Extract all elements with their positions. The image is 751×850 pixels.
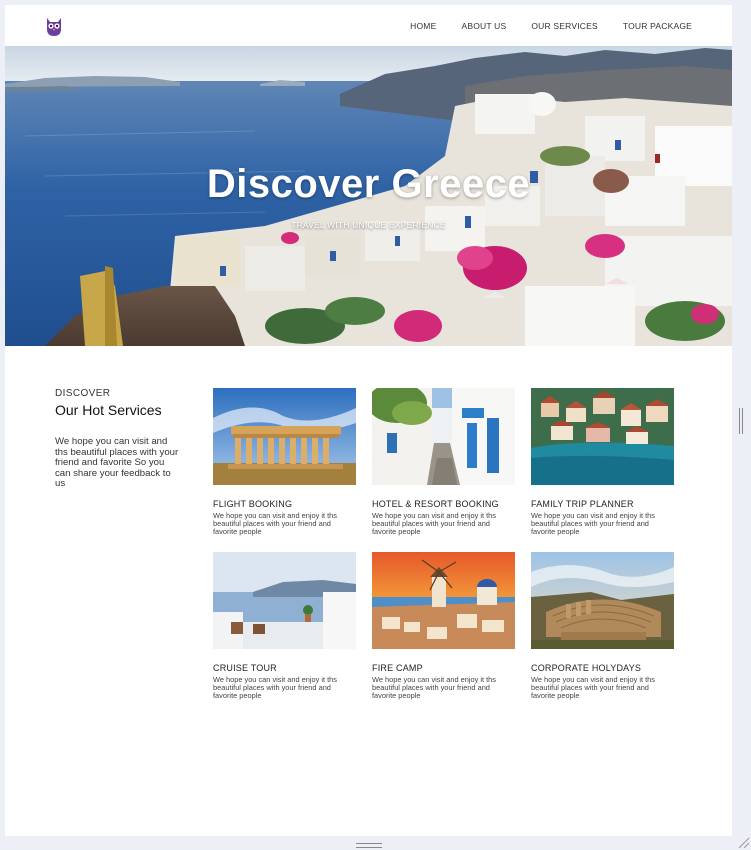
card-title: HOTEL & RESORT BOOKING [372, 499, 499, 509]
services-intro: DISCOVER Our Hot Services We hope you ca… [55, 388, 180, 490]
parthenon-photo [213, 388, 356, 485]
section-heading: Our Hot Services [55, 402, 162, 418]
windmills-sunset-photo [372, 552, 515, 649]
hero-title: Discover Greece [206, 162, 531, 206]
service-card-hotel-resort-booking[interactable]: HOTEL & RESORT BOOKING We hope you can v… [372, 388, 515, 537]
card-text: We hope you can visit and enjoy it ths b… [372, 675, 496, 701]
card-title: FIRE CAMP [372, 663, 423, 673]
card-title: FLIGHT BOOKING [213, 499, 293, 509]
card-text: We hope you can visit and enjoy it ths b… [531, 511, 655, 537]
service-card-flight-booking[interactable]: FLIGHT BOOKING We hope you can visit and… [213, 388, 356, 537]
service-card-fire-camp[interactable]: FIRE CAMP We hope you can visit and enjo… [372, 552, 515, 701]
resize-grip-icon[interactable] [736, 835, 750, 849]
white-alley-photo [372, 388, 515, 485]
nav-about-us[interactable]: ABOUT US [461, 21, 506, 31]
scrollbar-handle[interactable] [739, 408, 743, 434]
card-title: CRUISE TOUR [213, 663, 277, 673]
ancient-theater-photo [531, 552, 674, 649]
card-text: We hope you can visit and enjoy it ths b… [213, 675, 337, 701]
service-card-cruise-tour[interactable]: CRUISE TOUR We hope you can visit and en… [213, 552, 356, 701]
card-title: CORPORATE HOLYDAYS [531, 663, 642, 673]
bottom-drag-handle[interactable] [356, 843, 382, 848]
nav-home[interactable]: HOME [410, 21, 436, 31]
service-card-family-trip-planner[interactable]: FAMILY TRIP PLANNER We hope you can visi… [531, 388, 674, 537]
card-text: We hope you can visit and enjoy it ths b… [213, 511, 337, 537]
page: HOME ABOUT US OUR SERVICES TOUR PACKAGE [5, 5, 732, 836]
card-text: We hope you can visit and enjoy it ths b… [531, 675, 655, 701]
service-card-corporate-holydays[interactable]: CORPORATE HOLYDAYS We hope you can visit… [531, 552, 674, 701]
section-kicker: DISCOVER [55, 388, 111, 399]
coastal-village-photo [531, 388, 674, 485]
owl-logo-icon[interactable] [45, 15, 63, 37]
card-title: FAMILY TRIP PLANNER [531, 499, 634, 509]
nav-tour-package[interactable]: TOUR PACKAGE [623, 21, 692, 31]
site-header: HOME ABOUT US OUR SERVICES TOUR PACKAGE [5, 5, 732, 46]
hero-banner: Discover Greece TRAVEL WITH UNIQUE EXPER… [5, 46, 732, 346]
nav-our-services[interactable]: OUR SERVICES [531, 21, 597, 31]
section-description: We hope you can visit and ths beautiful … [55, 436, 179, 489]
card-text: We hope you can visit and enjoy it ths b… [372, 511, 496, 537]
hero-subtitle: TRAVEL WITH UNIQUE EXPERIENCE [291, 220, 446, 230]
main-nav: HOME ABOUT US OUR SERVICES TOUR PACKAGE [385, 5, 692, 46]
terrace-sea-view-photo [213, 552, 356, 649]
